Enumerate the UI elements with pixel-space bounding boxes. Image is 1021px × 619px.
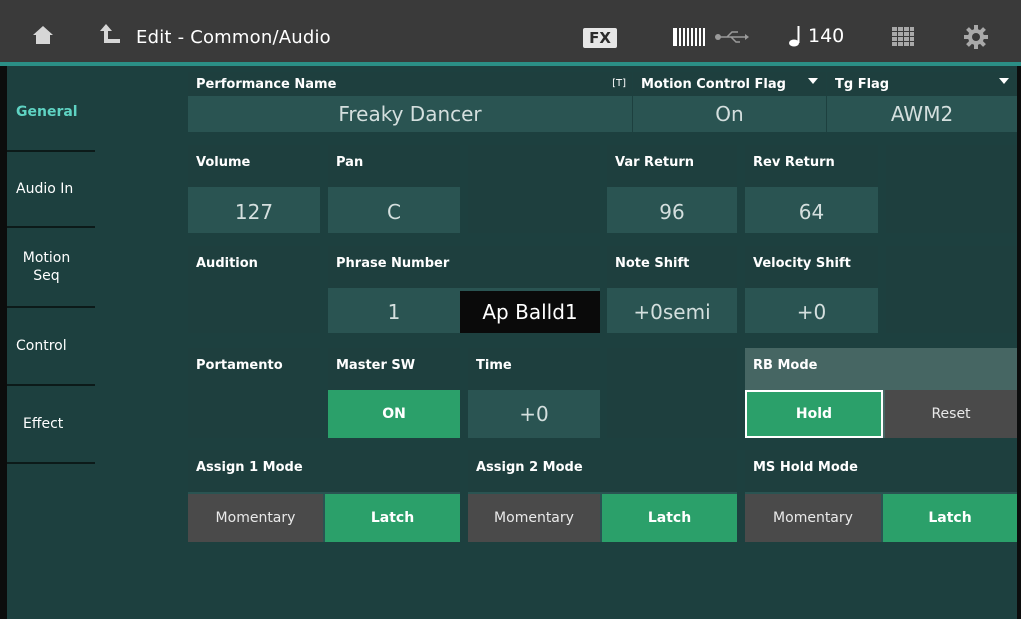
top-bar: Edit - Common/Audio FX 140 xyxy=(0,0,1021,62)
tab-effect[interactable]: Effect xyxy=(7,386,95,462)
volume-label: Volume xyxy=(188,145,320,187)
rev-return-knob[interactable]: Rev Return 64 xyxy=(745,145,878,233)
pan-label: Pan xyxy=(328,145,460,187)
rb-hold-button[interactable]: Hold xyxy=(745,390,883,438)
assign2-momentary-button[interactable]: Momentary xyxy=(468,494,600,542)
rb-mode-selector[interactable]: RB Mode Hold Reset xyxy=(745,348,1017,438)
motion-control-flag-value: On xyxy=(633,96,826,132)
portamento-label: Portamento xyxy=(188,348,320,438)
var-return-value: 96 xyxy=(607,191,737,233)
var-return-label: Var Return xyxy=(607,145,737,187)
master-sw-label: Master SW xyxy=(328,348,460,390)
chevron-down-icon xyxy=(808,78,818,84)
tab-general[interactable]: General xyxy=(7,74,187,150)
tab-label: Motion Seq xyxy=(22,249,71,284)
phrase-number-value: 1 xyxy=(328,291,460,333)
phrase-number-field[interactable]: Phrase Number 1 Ap Balld1 xyxy=(328,246,600,333)
velocity-shift-value: +0 xyxy=(745,291,878,333)
rev-return-value: 64 xyxy=(745,191,878,233)
empty-slot xyxy=(886,145,1017,233)
keyboard-icon xyxy=(669,27,709,47)
note-shift-value: +0semi xyxy=(607,291,737,333)
rb-mode-label: RB Mode xyxy=(745,348,1017,390)
chevron-down-icon xyxy=(999,78,1009,84)
tab-label: Audio In xyxy=(16,180,74,197)
tab-label: Control xyxy=(16,337,67,354)
portamento-time-knob[interactable]: Time +0 xyxy=(468,348,600,438)
motion-control-flag-label: Motion Control Flag xyxy=(633,72,826,96)
tab-divider xyxy=(7,462,95,464)
tg-flag-value: AWM2 xyxy=(827,96,1017,132)
fx-badge[interactable]: FX xyxy=(583,28,617,48)
gear-icon[interactable] xyxy=(964,25,988,49)
tg-flag-dropdown[interactable]: Tg Flag AWM2 xyxy=(826,72,1017,132)
time-label: Time xyxy=(468,348,600,390)
velocity-shift-label: Velocity Shift xyxy=(745,246,878,288)
tempo-value[interactable]: 140 xyxy=(808,25,844,47)
var-return-knob[interactable]: Var Return 96 xyxy=(607,145,737,233)
master-sw-on-button[interactable]: ON xyxy=(328,390,460,438)
assign2-mode-label: Assign 2 Mode xyxy=(468,450,737,492)
note-icon xyxy=(786,24,806,48)
performance-name-label: Performance Name xyxy=(188,72,632,96)
tab-audio-in[interactable]: Audio In xyxy=(7,152,95,226)
velocity-shift-knob[interactable]: Velocity Shift +0 xyxy=(745,246,878,333)
grid-icon[interactable] xyxy=(892,27,914,47)
assign1-mode-selector[interactable]: Assign 1 Mode Momentary Latch xyxy=(188,450,460,542)
assign1-latch-button[interactable]: Latch xyxy=(325,494,460,542)
performance-name-field[interactable]: Performance Name [T] Freaky Dancer xyxy=(188,72,632,132)
assign1-mode-label: Assign 1 Mode xyxy=(188,450,460,492)
ms-hold-latch-button[interactable]: Latch xyxy=(883,494,1017,542)
tab-label: Effect xyxy=(23,415,64,432)
rb-reset-button[interactable]: Reset xyxy=(885,390,1017,438)
motion-control-flag-dropdown[interactable]: Motion Control Flag On xyxy=(632,72,826,132)
tab-control[interactable]: Control xyxy=(7,308,95,384)
home-icon[interactable] xyxy=(32,24,54,46)
master-sw-toggle[interactable]: Master SW ON xyxy=(328,348,460,438)
empty-slot xyxy=(468,145,600,233)
assign2-latch-button[interactable]: Latch xyxy=(602,494,737,542)
tg-flag-label: Tg Flag xyxy=(827,72,1017,96)
tab-motion-seq[interactable]: Motion Seq xyxy=(7,228,77,306)
note-shift-label: Note Shift xyxy=(607,246,737,288)
assign2-mode-selector[interactable]: Assign 2 Mode Momentary Latch xyxy=(468,450,737,542)
phrase-name-value: Ap Balld1 xyxy=(460,291,600,333)
volume-knob[interactable]: Volume 127 xyxy=(188,145,320,233)
note-shift-knob[interactable]: Note Shift +0semi xyxy=(607,246,737,333)
phrase-number-label: Phrase Number xyxy=(328,246,600,288)
empty-slot xyxy=(607,348,737,438)
text-input-marker: [T] xyxy=(612,78,626,89)
ms-hold-mode-label: MS Hold Mode xyxy=(745,450,1017,492)
ms-hold-mode-selector[interactable]: MS Hold Mode Momentary Latch xyxy=(745,450,1017,542)
assign1-momentary-button[interactable]: Momentary xyxy=(188,494,323,542)
tab-label: General xyxy=(16,103,78,120)
usb-icon xyxy=(715,30,749,44)
performance-name-value: Freaky Dancer xyxy=(188,96,632,132)
time-value: +0 xyxy=(468,390,600,438)
pan-value: C xyxy=(328,191,460,233)
empty-slot xyxy=(886,246,1017,333)
pan-knob[interactable]: Pan C xyxy=(328,145,460,233)
ms-hold-momentary-button[interactable]: Momentary xyxy=(745,494,881,542)
back-icon[interactable] xyxy=(98,22,122,46)
rev-return-label: Rev Return xyxy=(745,145,878,187)
audition-label: Audition xyxy=(188,246,320,333)
page-title: Edit - Common/Audio xyxy=(136,27,331,48)
volume-value: 127 xyxy=(188,191,320,233)
